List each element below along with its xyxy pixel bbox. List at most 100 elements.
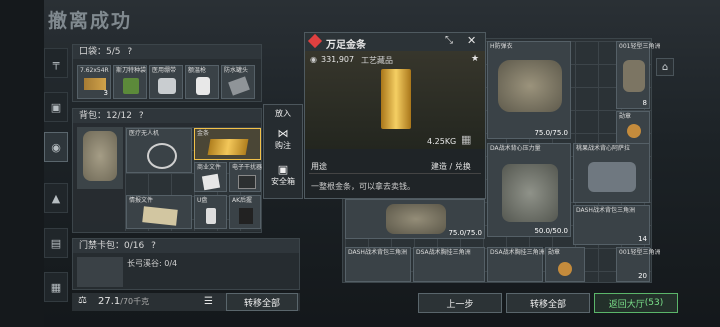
popup-preview: ◉ 331,907 工艺藏品 ★ 4.25KG ▦ — [305, 51, 485, 149]
weight-value: 27.1/70千克 — [98, 296, 150, 307]
medal-icon — [627, 124, 641, 138]
pocket-item-ammo[interactable]: 7.62x54R 3 — [77, 65, 111, 99]
collapse-icon[interactable]: ⤡ — [445, 35, 453, 46]
case-icon: ▦ — [50, 280, 62, 294]
gold-bar-icon — [207, 139, 249, 155]
weight-icon: ⚖ — [78, 295, 87, 306]
intel-file-icon — [142, 206, 178, 226]
usb-icon — [206, 208, 216, 224]
item-jammer[interactable]: 电子干扰器 — [229, 162, 262, 192]
helmet-icon: ▲ — [51, 191, 61, 205]
item-ak-grip[interactable]: AK后握 — [229, 195, 261, 229]
grip-icon — [239, 208, 253, 224]
thermometer-icon — [196, 77, 210, 95]
loot-backpack-1[interactable]: DASH战术背包三角洲 14 — [573, 205, 650, 245]
backpack-tab[interactable]: ◉ — [44, 132, 68, 162]
bag-icon — [123, 78, 139, 94]
pocket-help[interactable]: ? — [127, 47, 132, 57]
item-gold-bar[interactable]: 金条 — [194, 128, 261, 160]
loot-armor-1[interactable]: H防弹衣 75.0/75.0 — [487, 41, 571, 139]
usage-value: 建造 / 兑换 — [431, 162, 471, 171]
document-icon — [201, 173, 221, 191]
prev-step-button[interactable]: 上一步 — [418, 293, 502, 313]
vest-image — [502, 164, 558, 222]
keycard-header: 门禁卡包：0/16 ? — [73, 239, 299, 253]
pocket-label: 口袋 — [79, 47, 98, 57]
loot-medal-1[interactable]: 勋章 — [616, 111, 650, 145]
rig-icon: ▤ — [50, 236, 62, 250]
popup-description: 一整根金条，可以拿去卖钱。 — [311, 182, 415, 191]
popup-divider — [309, 173, 481, 174]
item-intel-file[interactable]: 情报文件 — [126, 195, 192, 229]
vest-bag-image — [588, 162, 636, 192]
sort-icon-button[interactable]: ⌂ — [656, 58, 674, 76]
favorite-star-icon[interactable]: ★ — [471, 54, 479, 64]
rarity-icon — [307, 33, 323, 49]
loot-armor-2[interactable]: 75.0/75.0 — [345, 199, 485, 239]
rig-tab[interactable]: ▤ — [44, 228, 68, 258]
weapon-icon: ╤ — [52, 56, 60, 70]
popup-header: 万足金条 ⤡ ✕ — [305, 33, 485, 51]
transfer-all-right-button[interactable]: 转移全部 — [506, 293, 590, 313]
keycard-sub: 长弓溪谷: 0/4 — [127, 259, 178, 268]
popup-category: 工艺藏品 — [361, 56, 393, 65]
close-icon[interactable]: ✕ — [467, 34, 476, 47]
safe-box-icon: ▣ — [277, 163, 289, 176]
keycard-panel: 门禁卡包：0/16 ? 长弓溪谷: 0/4 — [72, 238, 300, 290]
loot-helmet-2[interactable]: 001轻型三角洲 20 — [616, 247, 660, 282]
popup-weight: 4.25KG — [427, 137, 457, 146]
backpack-help[interactable]: ? — [139, 111, 144, 121]
item-business-file[interactable]: 商业文件 — [194, 162, 227, 192]
jammer-icon — [238, 175, 256, 189]
backpack-icon-image — [83, 131, 117, 181]
loot-chestrig-1[interactable]: DSA战术胸挂三角洲 — [413, 247, 485, 282]
safe-box-button[interactable]: ▣ 安全箱 — [264, 163, 302, 187]
pocket-item-can[interactable]: 防水罐头 — [221, 65, 255, 99]
bottom-left-bar: ⚖ 27.1/70千克 ☰ 转移全部 — [72, 293, 300, 311]
mark-icon: ⋈ — [277, 127, 289, 140]
keycard-help[interactable]: ? — [151, 241, 156, 251]
pocket-item-bag[interactable]: 斯刀特种袋 — [113, 65, 147, 99]
popup-title: 万足金条 — [326, 40, 366, 51]
left-strip — [0, 0, 44, 327]
backpack-header: 背包：12/12 ? — [73, 109, 261, 123]
loot-vest-2[interactable]: 桃果战术背心阿萨拉 — [573, 143, 650, 203]
armor-image — [498, 60, 562, 112]
bandage-icon — [158, 78, 176, 94]
context-menu: 放入 ⋈ 购注 ▣ 安全箱 — [263, 104, 303, 199]
item-detail-popup: 万足金条 ⤡ ✕ ◉ 331,907 工艺藏品 ★ 4.25KG ▦ 用途 建造… — [304, 32, 486, 199]
helmet-image — [623, 60, 645, 92]
loot-helmet-1[interactable]: 001轻型三角洲 8 — [616, 41, 660, 109]
loot-chestrig-2[interactable]: DSA战术胸挂三角洲 — [487, 247, 545, 282]
mark-button[interactable]: ⋈ 购注 — [264, 127, 302, 151]
backpack-slot[interactable] — [77, 127, 123, 189]
pocket-panel: 口袋：5/5 ? 7.62x54R 3 斯刀特种袋 医用绷带 额温枪 防水罐头 — [72, 44, 262, 102]
item-usb[interactable]: U盘 — [194, 195, 227, 229]
item-medical-drone[interactable]: 医疗无人机 — [126, 128, 192, 173]
page-title: 撤离成功 — [48, 10, 133, 32]
coin-icon: ◉ — [310, 55, 317, 64]
return-lobby-button[interactable]: 返回大厅 (53) — [594, 293, 678, 313]
pocket-item-thermometer[interactable]: 额温枪 — [185, 65, 219, 99]
gold-bar-image — [381, 69, 411, 129]
pocket-item-bandage[interactable]: 医用绷带 — [149, 65, 183, 99]
pocket-count: 5/5 — [106, 47, 121, 57]
backpack-icon: ◉ — [51, 140, 61, 154]
keycard-case[interactable] — [77, 257, 123, 287]
weapon-tab[interactable]: ╤ — [44, 48, 68, 78]
loot-vest-1[interactable]: DA战术背心压力量 50.0/50.0 — [487, 143, 571, 237]
popup-value: 331,907 — [321, 55, 355, 64]
sort-icon: ⌂ — [661, 61, 669, 73]
medal-icon-2 — [558, 262, 572, 276]
case-tab[interactable]: ▦ — [44, 272, 68, 302]
transfer-all-left-button[interactable]: 转移全部 — [226, 293, 298, 311]
grid-size-icon: ▦ — [461, 133, 472, 146]
loot-backpack-2[interactable]: DASH战术背包三角洲 — [345, 247, 411, 282]
helmet-tab[interactable]: ▲ — [44, 183, 68, 213]
armor-tab[interactable]: ▣ — [44, 92, 68, 122]
put-in-label: 放入 — [275, 109, 291, 118]
can-icon — [228, 76, 250, 96]
loot-medal-2[interactable]: 勋章 — [545, 247, 585, 282]
drone-icon — [147, 143, 177, 169]
list-icon[interactable]: ☰ — [204, 296, 213, 307]
